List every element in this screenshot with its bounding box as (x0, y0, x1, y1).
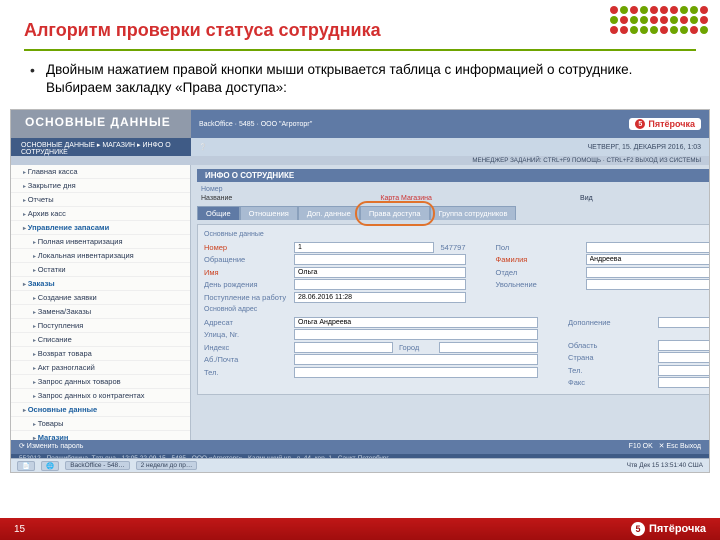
sidebar-item[interactable]: Возврат товара (11, 347, 190, 361)
adresat-input[interactable] (294, 317, 538, 328)
header-date: ЧЕТВЕРГ, 15. ДЕКАБРЯ 2016, 1:03 (588, 144, 701, 151)
tab-3[interactable]: Права доступа (360, 206, 430, 220)
sidebar-item[interactable]: Запрос данных товаров (11, 375, 190, 389)
taskbar-item[interactable]: 📄 (17, 461, 35, 471)
brand-dots (610, 6, 708, 34)
sidebar-item[interactable]: Замена/Заказы (11, 305, 190, 319)
taskbar-clock: Чтв Дек 15 13:51:40 США (627, 462, 703, 469)
taskbar-item[interactable]: 🌐 (41, 461, 59, 471)
panel-title: ИНФО О СОТРУДНИКЕ (197, 169, 710, 182)
main-panel: ИНФО О СОТРУДНИКЕ Номер 547797 Название … (191, 165, 710, 459)
ok-button[interactable]: F10 OK (629, 443, 653, 450)
header-right-text: BackOffice · 5485 · ООО "Агроторг" (199, 121, 312, 128)
sidebar-item[interactable]: Списание (11, 333, 190, 347)
help-icon[interactable]: ❔ (199, 143, 207, 151)
link-view[interactable]: Вид (580, 195, 593, 202)
nomer-input[interactable] (294, 242, 434, 253)
hotkey-hint: МЕНЕДЖЕР ЗАДАНИЙ: CTRL+F9 ПОМОЩЬ · CTRL+… (11, 156, 709, 165)
crumb-right: ❔ ЧЕТВЕРГ, 15. ДЕКАБРЯ 2016, 1:03 (191, 138, 709, 156)
sidebar-item[interactable]: Поступления (11, 319, 190, 333)
sidebar-item[interactable]: Локальная инвентаризация (11, 249, 190, 263)
uvol-input[interactable] (586, 279, 711, 290)
sidebar-item[interactable]: Остатки (11, 263, 190, 277)
sidebar-item[interactable]: Запрос данных о контрагентах (11, 389, 190, 403)
footer-5-icon: 5 (631, 522, 645, 536)
sidebar-item[interactable]: Архив касс (11, 207, 190, 221)
exit-button[interactable]: ✕ Esc Выход (659, 443, 701, 450)
top-label: Номер (201, 186, 223, 193)
sidebar-item[interactable]: Создание заявки (11, 291, 190, 305)
sidebar: Главная кассаЗакрытие дняОтчетыАрхив кас… (11, 165, 191, 459)
row2-left: Название (201, 195, 232, 202)
tel2-input[interactable] (658, 365, 710, 376)
change-password-button[interactable]: ⟳ Изменить пароль (19, 442, 83, 452)
obr-input[interactable] (294, 254, 466, 265)
gorod-input[interactable] (439, 342, 538, 353)
title-underline (24, 49, 696, 51)
app-header: ОСНОВНЫЕ ДАННЫЕ BackOffice · 5485 · ООО … (11, 110, 709, 138)
brand-logo: 5Пятёрочка (629, 118, 701, 130)
section-address: Основной адрес (204, 306, 710, 313)
section-main-data: Основные данные (204, 231, 710, 238)
tab-0[interactable]: Общие (197, 206, 240, 220)
sidebar-item[interactable]: Отчеты (11, 193, 190, 207)
fam-input[interactable] (586, 254, 711, 265)
oblast-input[interactable] (658, 340, 710, 351)
form-area: Основные данные Номер547797 Обращение Им… (197, 224, 710, 395)
pol-input[interactable] (586, 242, 711, 253)
taskbar: 📄 🌐 BackOffice - 548… 2 недели до пр… Чтв Де… (11, 458, 709, 472)
sidebar-item[interactable]: Товары (11, 417, 190, 431)
sidebar-item[interactable]: Управление запасами (11, 221, 190, 235)
sidebar-item[interactable]: Заказы (11, 277, 190, 291)
tabs: ОбщиеОтношенияДоп. данныеПрава доступаГр… (197, 206, 710, 220)
dr-input[interactable] (294, 279, 466, 290)
sidebar-item[interactable]: Полная инвентаризация (11, 235, 190, 249)
breadcrumb: ОСНОВНЫЕ ДАННЫЕ ▸ МАГАЗИН ▸ ИНФО О СОТРУ… (11, 138, 191, 156)
slide-bullet: Двойным нажатием правой кнопки мыши откр… (0, 61, 720, 105)
post-input[interactable] (294, 292, 466, 303)
sidebar-item[interactable]: Закрытие дня (11, 179, 190, 193)
ab-input[interactable] (294, 354, 538, 365)
sidebar-item[interactable]: Основные данные (11, 403, 190, 417)
sidebar-item[interactable]: Акт разногласий (11, 361, 190, 375)
dop-input[interactable] (658, 317, 710, 328)
indeks-input[interactable] (294, 342, 393, 353)
crumb-row: ОСНОВНЫЕ ДАННЫЕ ▸ МАГАЗИН ▸ ИНФО О СОТРУ… (11, 138, 709, 156)
strana-input[interactable] (658, 352, 710, 363)
page-number: 15 (14, 524, 25, 535)
fax-input[interactable] (658, 377, 710, 388)
header-right: BackOffice · 5485 · ООО "Агроторг" 5Пятё… (191, 110, 709, 138)
tab-1[interactable]: Отношения (240, 206, 298, 220)
tab-highlight-circle (355, 201, 435, 226)
brand-5-icon: 5 (635, 119, 645, 129)
taskbar-item[interactable]: 2 недели до пр… (136, 461, 198, 470)
bottom-bar: ⟳ Изменить пароль F10 OK ✕ Esc Выход (11, 440, 709, 454)
imya-input[interactable] (294, 267, 466, 278)
sidebar-item[interactable]: Главная касса (11, 165, 190, 179)
tab-2[interactable]: Доп. данные (298, 206, 360, 220)
header-left-title: ОСНОВНЫЕ ДАННЫЕ (11, 110, 191, 138)
link-map[interactable]: Карта Магазина (380, 195, 432, 202)
footer-logo: 5Пятёрочка (631, 522, 706, 536)
slide-footer: 15 5Пятёрочка (0, 518, 720, 540)
embedded-screenshot: ОСНОВНЫЕ ДАННЫЕ BackOffice · 5485 · ООО … (10, 109, 710, 473)
tab-4[interactable]: Группа сотрудников (430, 206, 517, 220)
tel1-input[interactable] (294, 367, 538, 378)
taskbar-item[interactable]: BackOffice - 548… (65, 461, 129, 470)
ulitsa-input[interactable] (294, 329, 538, 340)
otdel-input[interactable] (586, 267, 711, 278)
